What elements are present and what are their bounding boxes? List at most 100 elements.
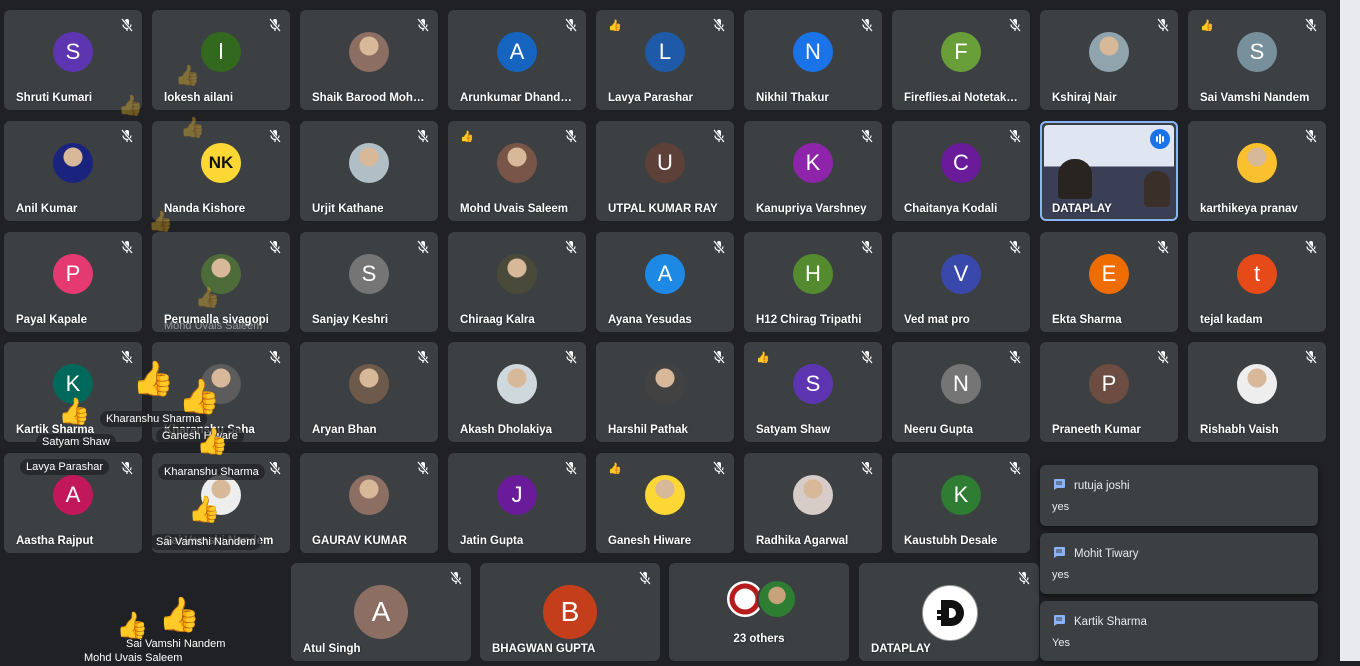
chat-sender-name: Kartik Sharma — [1074, 615, 1147, 628]
participant-tile[interactable]: B BHAGWAN GUPTA — [480, 563, 660, 661]
participant-tile[interactable]: Anil Kumar — [4, 121, 142, 221]
avatar-initial: U — [657, 150, 673, 175]
mic-off-icon — [1157, 240, 1169, 254]
participant-avatar — [349, 143, 389, 183]
participant-tile[interactable]: Harshil Pathak — [596, 342, 734, 442]
dataplay-logo — [924, 587, 976, 639]
participant-tile[interactable]: t tejal kadam — [1188, 232, 1326, 332]
reaction-label: Mohd Uvais Saleem — [164, 320, 263, 332]
participant-tile[interactable]: l lokesh ailani — [152, 10, 290, 110]
participant-tile[interactable]: 23 others — [669, 563, 849, 661]
thumbs-up-icon: 👍 — [608, 463, 622, 475]
chat-notification[interactable]: Mohit Tiwary yes — [1040, 533, 1318, 594]
participant-tile[interactable]: P Praneeth Kumar — [1040, 342, 1178, 442]
participant-avatar: S — [1237, 32, 1277, 72]
reaction-label: Sai Vamshi Nandem — [150, 534, 262, 550]
participant-name: Akash Dholakiya — [460, 424, 553, 436]
participant-avatar — [1237, 364, 1277, 404]
participant-tile[interactable]: S 👍 Sai Vamshi Nandem — [1188, 10, 1326, 110]
mic-off-icon — [121, 129, 133, 143]
scrollbar-track[interactable] — [1340, 0, 1360, 661]
participant-tile[interactable]: GAURAV KUMAR — [300, 453, 438, 553]
participant-tile[interactable]: NK Nanda Kishore — [152, 121, 290, 221]
avatar-initial: A — [371, 596, 391, 627]
thumbs-up-icon: 👍 — [195, 287, 220, 309]
participant-name: Chaitanya Kodali — [904, 203, 998, 215]
participant-tile[interactable]: E Ekta Sharma — [1040, 232, 1178, 332]
chat-bubble-icon — [1052, 613, 1066, 630]
participant-avatar: U — [645, 143, 685, 183]
participant-tile[interactable]: S Sanjay Keshri — [300, 232, 438, 332]
participant-tile[interactable]: Kshiraj Nair — [1040, 10, 1178, 110]
participant-tile[interactable]: Chiraag Kalra — [448, 232, 586, 332]
mic-off-icon — [417, 240, 429, 254]
mic-off-icon — [1305, 350, 1317, 364]
participant-tile[interactable]: A Ayana Yesudas — [596, 232, 734, 332]
participant-tile[interactable]: karthikeya pranav — [1188, 121, 1326, 221]
chat-notification[interactable]: rutuja joshi yes — [1040, 465, 1318, 526]
participant-avatar — [349, 475, 389, 515]
participant-tile[interactable]: J Jatin Gupta — [448, 453, 586, 553]
thumbs-up-icon: 👍 — [460, 131, 474, 143]
mic-off-icon — [713, 461, 725, 475]
participant-name: Kanupriya Varshney — [756, 203, 867, 215]
participant-tile[interactable]: L 👍 Lavya Parashar — [596, 10, 734, 110]
avatar-initial: NK — [208, 153, 234, 172]
participant-tile[interactable]: N Neeru Gupta — [892, 342, 1030, 442]
participant-tile[interactable]: Rishabh Vaish — [1188, 342, 1326, 442]
participant-tile[interactable]: Aryan Bhan — [300, 342, 438, 442]
mic-off-icon — [861, 350, 873, 364]
participant-tile[interactable]: DATAPLAY — [1040, 121, 1178, 221]
thumbs-up-icon: 👍 — [132, 360, 175, 398]
avatar-initial: S — [805, 371, 821, 396]
participant-tile[interactable]: F Fireflies.ai Notetake... — [892, 10, 1030, 110]
participant-tile[interactable]: Perumalla sivagopi — [152, 232, 290, 332]
participant-name: Kshiraj Nair — [1052, 92, 1117, 104]
participant-name: Payal Kapale — [16, 314, 87, 326]
participant-tile[interactable]: K Kaustubh Desale — [892, 453, 1030, 553]
mic-off-icon — [861, 129, 873, 143]
chat-notification[interactable]: Kartik Sharma Yes — [1040, 601, 1318, 661]
participant-tile[interactable]: 👍 Mohd Uvais Saleem — [448, 121, 586, 221]
mic-off-icon — [1018, 571, 1030, 585]
thumbs-up-icon: 👍 — [118, 95, 143, 117]
participant-name: Harshil Pathak — [608, 424, 688, 436]
participant-tile[interactable]: K Kartik Sharma — [4, 342, 142, 442]
mic-off-icon — [1305, 18, 1317, 32]
mic-off-icon — [1157, 18, 1169, 32]
mic-off-icon — [1009, 129, 1021, 143]
participant-avatar: S — [793, 364, 833, 404]
thumbs-up-icon: 👍 — [158, 596, 201, 634]
participant-tile[interactable]: Radhika Agarwal — [744, 453, 882, 553]
participant-tile[interactable]: A Arunkumar Dhanda... — [448, 10, 586, 110]
participant-tile[interactable]: Akash Dholakiya — [448, 342, 586, 442]
participant-avatar — [349, 364, 389, 404]
participant-name: UTPAL KUMAR RAY — [608, 203, 718, 215]
participant-tile[interactable]: K Kanupriya Varshney — [744, 121, 882, 221]
participant-name: Anil Kumar — [16, 203, 78, 215]
participant-tile[interactable]: 👍 Ganesh Hiware — [596, 453, 734, 553]
participant-tile[interactable]: Shaik Barood Moha... — [300, 10, 438, 110]
mic-off-icon — [450, 571, 462, 585]
participant-tile[interactable]: A Atul Singh — [291, 563, 471, 661]
participant-tile[interactable]: C Chaitanya Kodali — [892, 121, 1030, 221]
participant-tile[interactable]: S 👍 Satyam Shaw — [744, 342, 882, 442]
avatar-initial: S — [361, 261, 377, 286]
participant-tile[interactable]: U UTPAL KUMAR RAY — [596, 121, 734, 221]
participant-avatar: A — [645, 254, 685, 294]
participant-tile[interactable]: Urjit Kathane — [300, 121, 438, 221]
mic-off-icon — [713, 129, 725, 143]
participant-tile[interactable]: N Nikhil Thakur — [744, 10, 882, 110]
chat-sender: Kartik Sharma — [1052, 613, 1147, 630]
participant-avatar: A — [53, 475, 93, 515]
avatar-initial: K — [953, 482, 969, 507]
thumbs-up-icon: 👍 — [180, 117, 205, 139]
mic-off-icon — [121, 18, 133, 32]
participant-name: BHAGWAN GUPTA — [492, 643, 596, 655]
participant-tile[interactable]: DATAPLAY — [859, 563, 1039, 661]
chat-sender: Mohit Tiwary — [1052, 545, 1139, 562]
participant-tile[interactable]: V Ved mat pro — [892, 232, 1030, 332]
participant-tile[interactable]: H H12 Chirag Tripathi — [744, 232, 882, 332]
avatar-initial: E — [1101, 261, 1117, 286]
participant-tile[interactable]: P Payal Kapale — [4, 232, 142, 332]
